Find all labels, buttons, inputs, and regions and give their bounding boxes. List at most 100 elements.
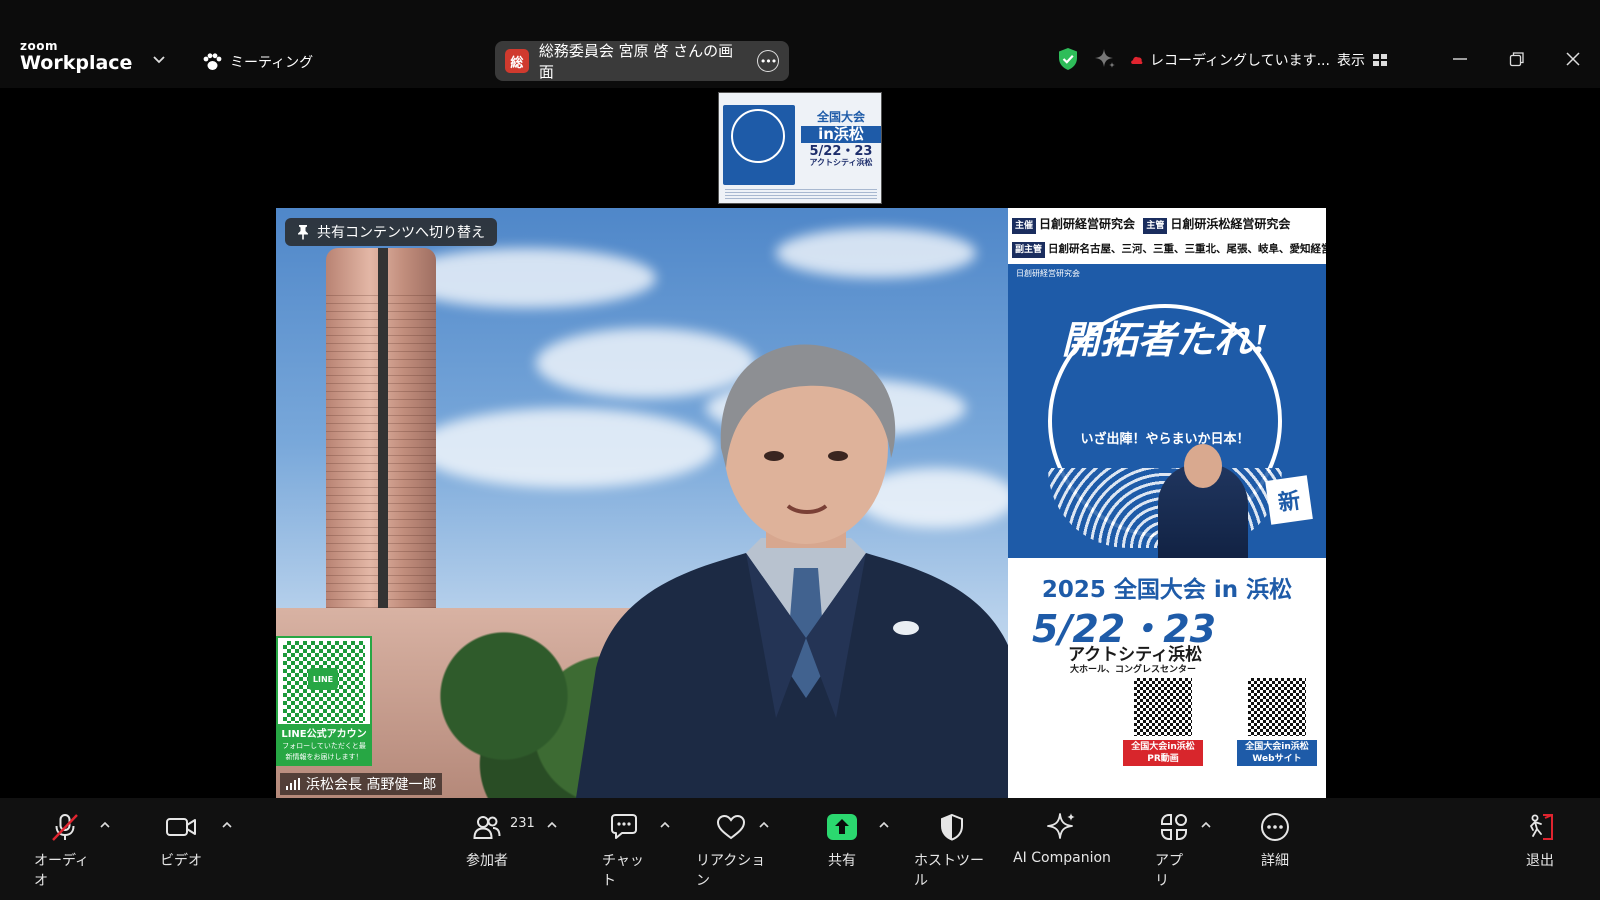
restore-icon (1509, 52, 1524, 67)
reactions-label: リアクション (696, 853, 766, 889)
participants-button[interactable]: 231 参加者 (462, 812, 535, 870)
view-label: 表示 (1337, 53, 1365, 69)
share-button[interactable]: 共有 (825, 812, 859, 870)
participants-count: 231 (510, 816, 535, 831)
video-camera-icon (166, 818, 196, 836)
recording-indicator[interactable]: レコーディングしています... (1130, 48, 1330, 72)
encryption-shield-icon[interactable] (1057, 47, 1079, 71)
microphone-muted-icon (52, 814, 78, 841)
meeting-paw-icon (203, 53, 222, 70)
video-options-caret-icon[interactable] (221, 820, 233, 830)
signal-strength-icon (286, 778, 300, 790)
apps-caret-icon[interactable] (1200, 820, 1212, 830)
switch-to-shared-content-button[interactable]: 共有コンテンツへ切り替え (285, 218, 497, 246)
ai-companion-button[interactable]: AI Companion (1013, 812, 1111, 866)
apps-button[interactable]: アプリ (1155, 812, 1193, 890)
chat-button[interactable]: チャット (602, 812, 646, 890)
sharer-avatar: 総 (505, 49, 529, 73)
video-label: ビデオ (160, 853, 202, 869)
poster-qr-web (1246, 676, 1308, 738)
leave-button[interactable]: 退出 (1521, 812, 1559, 870)
apps-label: アプリ (1155, 853, 1183, 889)
brand-big: Workplace (20, 52, 133, 74)
share-caret-icon[interactable] (878, 820, 890, 830)
video-button[interactable]: ビデオ (160, 812, 202, 870)
participant-name-tag: 浜松会長 髙野健一郎 (280, 773, 443, 795)
poster-tag: 副主管 (1012, 242, 1046, 258)
thumbnail-fine-print (725, 189, 877, 201)
more-label: 詳細 (1261, 853, 1289, 869)
poster-title: 開拓者たれ! (1061, 317, 1269, 362)
share-label: 共有 (828, 853, 856, 869)
poster-org: 日創研浜松経営研究会 (1170, 217, 1291, 231)
chat-label: チャット (602, 853, 644, 889)
speaker-figure (576, 344, 1036, 798)
share-screen-icon (827, 814, 857, 840)
zoom-workplace-logo[interactable]: zoom Workplace (20, 40, 132, 73)
thumbnail-line2: in浜松 (801, 126, 881, 143)
sharing-indicator[interactable]: 総 総務委員会 宮原 啓 さんの画面 ••• (495, 41, 789, 81)
participant-name: 浜松会長 髙野健一郎 (306, 777, 437, 793)
active-speaker-video[interactable]: LINE LINE公式アカウント フォローしていただくと最新情報をお届けします！… (276, 208, 1326, 798)
chat-caret-icon[interactable] (659, 820, 671, 830)
host-tools-button[interactable]: ホストツール (914, 812, 990, 890)
poster-tag: 主管 (1143, 218, 1168, 234)
chat-bubble-icon (611, 814, 637, 839)
meeting-label: ミーティング (230, 55, 314, 71)
participants-icon (473, 816, 501, 839)
reactions-button[interactable]: リアクション (696, 812, 766, 890)
title-bar: zoom Workplace ミーティング 総 総務委員会 宮原 啓 さんの画面… (0, 0, 1600, 88)
ai-companion-label: AI Companion (1013, 850, 1111, 866)
line-qr-subtitle: フォローしていただくと最新情報をお届けします！ (278, 740, 370, 764)
leave-exit-icon (1529, 814, 1553, 840)
tower-stripe (378, 248, 388, 648)
participants-caret-icon[interactable] (546, 820, 558, 830)
poster-venue-sub: 大ホール、コングレスセンター (1070, 665, 1197, 675)
poster-qr-web-label: 全国大会in浜松 Webサイト (1237, 740, 1317, 766)
host-shield-icon (941, 813, 963, 841)
brand-small: zoom (20, 39, 58, 53)
poster-slogan: いざ出陣！やらまいか日本！ (1080, 432, 1250, 447)
pin-icon (298, 225, 308, 240)
host-tools-label: ホストツール (914, 853, 984, 889)
poster-org: 日創研経営研究会 (1039, 217, 1136, 231)
audio-button[interactable]: オーディオ (34, 812, 96, 890)
poster-org-small: 日創研経営研究会 (1016, 269, 1080, 278)
close-icon (1566, 52, 1580, 66)
minimize-button[interactable] (1446, 46, 1474, 72)
audio-label: オーディオ (34, 853, 90, 889)
poster-kite: 新 (1265, 475, 1313, 525)
poster-header-row1: 主催 日創研経営研究会 主管 日創研浜松経営研究会 (1012, 212, 1322, 236)
line-logo: LINE (308, 668, 338, 690)
more-dots-icon (1261, 813, 1289, 841)
reactions-caret-icon[interactable] (758, 820, 770, 830)
heart-icon (716, 814, 746, 840)
poster-qr-pr-label: 全国大会in浜松 PR動画 (1123, 740, 1203, 766)
more-button[interactable]: 詳細 (1256, 812, 1294, 870)
close-button[interactable] (1559, 46, 1587, 72)
sharing-label: 総務委員会 宮原 啓 さんの画面 (538, 42, 734, 81)
poster-orgs: 日創研名古屋、三河、三重、三重北、尾張、岐阜、愛知経営研究会 (1048, 243, 1326, 255)
grid-view-icon (1373, 54, 1387, 66)
restore-button[interactable] (1503, 46, 1531, 72)
ai-sparkle-icon[interactable] (1094, 48, 1116, 70)
act-tower-building (326, 248, 436, 648)
apps-grid-icon (1161, 814, 1187, 840)
line-qr-card: LINE LINE公式アカウント フォローしていただくと最新情報をお届けします！ (276, 636, 372, 766)
convention-poster: 主催 日創研経営研究会 主管 日創研浜松経営研究会 副主管 日創研名古屋、三河、三重、… (1008, 208, 1326, 798)
shared-screen-thumbnail[interactable]: 全国大会 in浜松 5/22・23 アクトシティ浜松 (718, 92, 882, 204)
cloud-recording-icon (1131, 56, 1143, 64)
meeting-button[interactable]: ミーティング (202, 48, 313, 76)
more-options-icon[interactable]: ••• (757, 50, 779, 72)
thumbnail-line1: 全国大会 (816, 110, 865, 124)
recording-label: レコーディングしています... (1150, 53, 1330, 69)
thumbnail-text: 全国大会 in浜松 5/22・23 アクトシティ浜松 (801, 110, 881, 168)
audio-options-caret-icon[interactable] (99, 820, 111, 830)
thumbnail-line3: 5/22・23 (809, 143, 873, 159)
poster-header-row2: 副主管日創研名古屋、三河、三重、三重北、尾張、岐阜、愛知経営研究会 (1012, 236, 1326, 261)
participants-label: 参加者 (466, 853, 508, 869)
chevron-down-icon[interactable] (152, 54, 166, 66)
switch-label: 共有コンテンツへ切り替え (317, 225, 485, 241)
poster-qr-pr (1132, 676, 1194, 738)
view-button[interactable]: 表示 (1337, 48, 1388, 72)
